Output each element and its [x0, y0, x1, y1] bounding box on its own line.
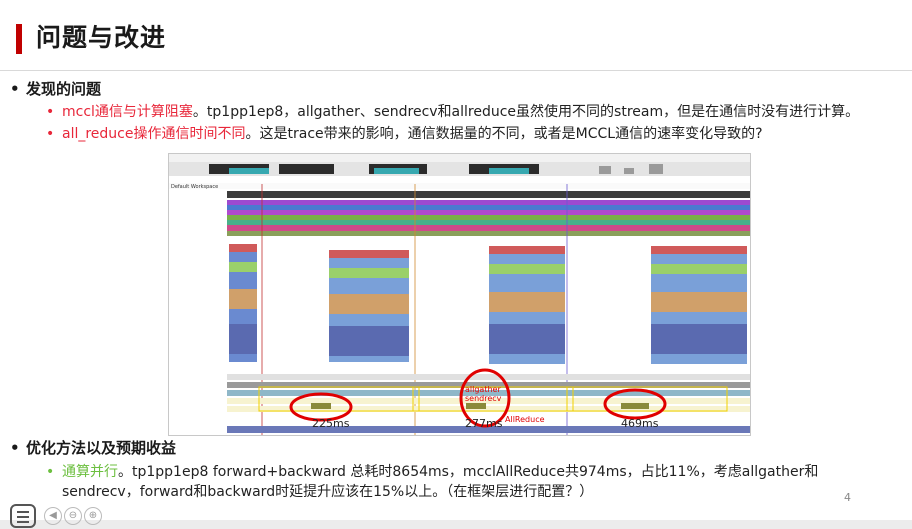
trace-screenshot: Default Workspace allgather sendrecv 225… — [168, 153, 751, 436]
anno-mid-ms: 277ms — [465, 417, 503, 430]
anno-allgather: allgather — [465, 385, 501, 394]
title-accent-bar — [16, 24, 22, 54]
zoom-out-icon[interactable]: ⊖ — [64, 507, 82, 525]
slide: 问题与改进 • 发现的问题 • mccl通信与计算阻塞。tp1pp1ep8，allg… — [0, 0, 912, 529]
bottom-bar — [0, 520, 912, 529]
menu-icon[interactable] — [10, 504, 36, 528]
section2-highlight: 通算并行 — [62, 464, 118, 480]
item2-highlight: all_reduce操作通信时间不同 — [62, 126, 246, 142]
section2-item1: • 通算并行。tp1pp1ep8 forward+backward 总耗时8654… — [46, 464, 819, 480]
section2-heading: • 优化方法以及预期收益 — [10, 439, 177, 457]
slide-title: 问题与改进 — [36, 23, 167, 52]
anno-sendrecv: sendrecv — [465, 394, 502, 403]
section1-item2: • all_reduce操作通信时间不同。这是trace带来的影响，通信数据量的不… — [46, 126, 763, 142]
title-divider — [0, 70, 912, 71]
anno-left-ms: 225ms — [312, 417, 350, 430]
anno-right-ms: 469ms — [621, 417, 659, 430]
trace-view: Default Workspace allgather sendrecv 225… — [169, 154, 750, 435]
trace-blocks — [229, 244, 747, 364]
zoom-in-icon[interactable]: ⊕ — [84, 507, 102, 525]
section2-item1-line2: sendrecv，forward和backward时延提升应该在15%以上。（在… — [62, 484, 594, 500]
prev-icon[interactable]: ◀ — [44, 507, 62, 525]
workspace-label: Default Workspace — [171, 184, 218, 190]
section1-item1: • mccl通信与计算阻塞。tp1pp1ep8，allgather、sendrec… — [46, 104, 860, 120]
section1-heading: • 发现的问题 — [10, 80, 102, 98]
item1-highlight: mccl通信与计算阻塞 — [62, 104, 193, 120]
page-number: 4 — [844, 491, 851, 504]
anno-mid-op: AllReduce — [505, 415, 545, 424]
